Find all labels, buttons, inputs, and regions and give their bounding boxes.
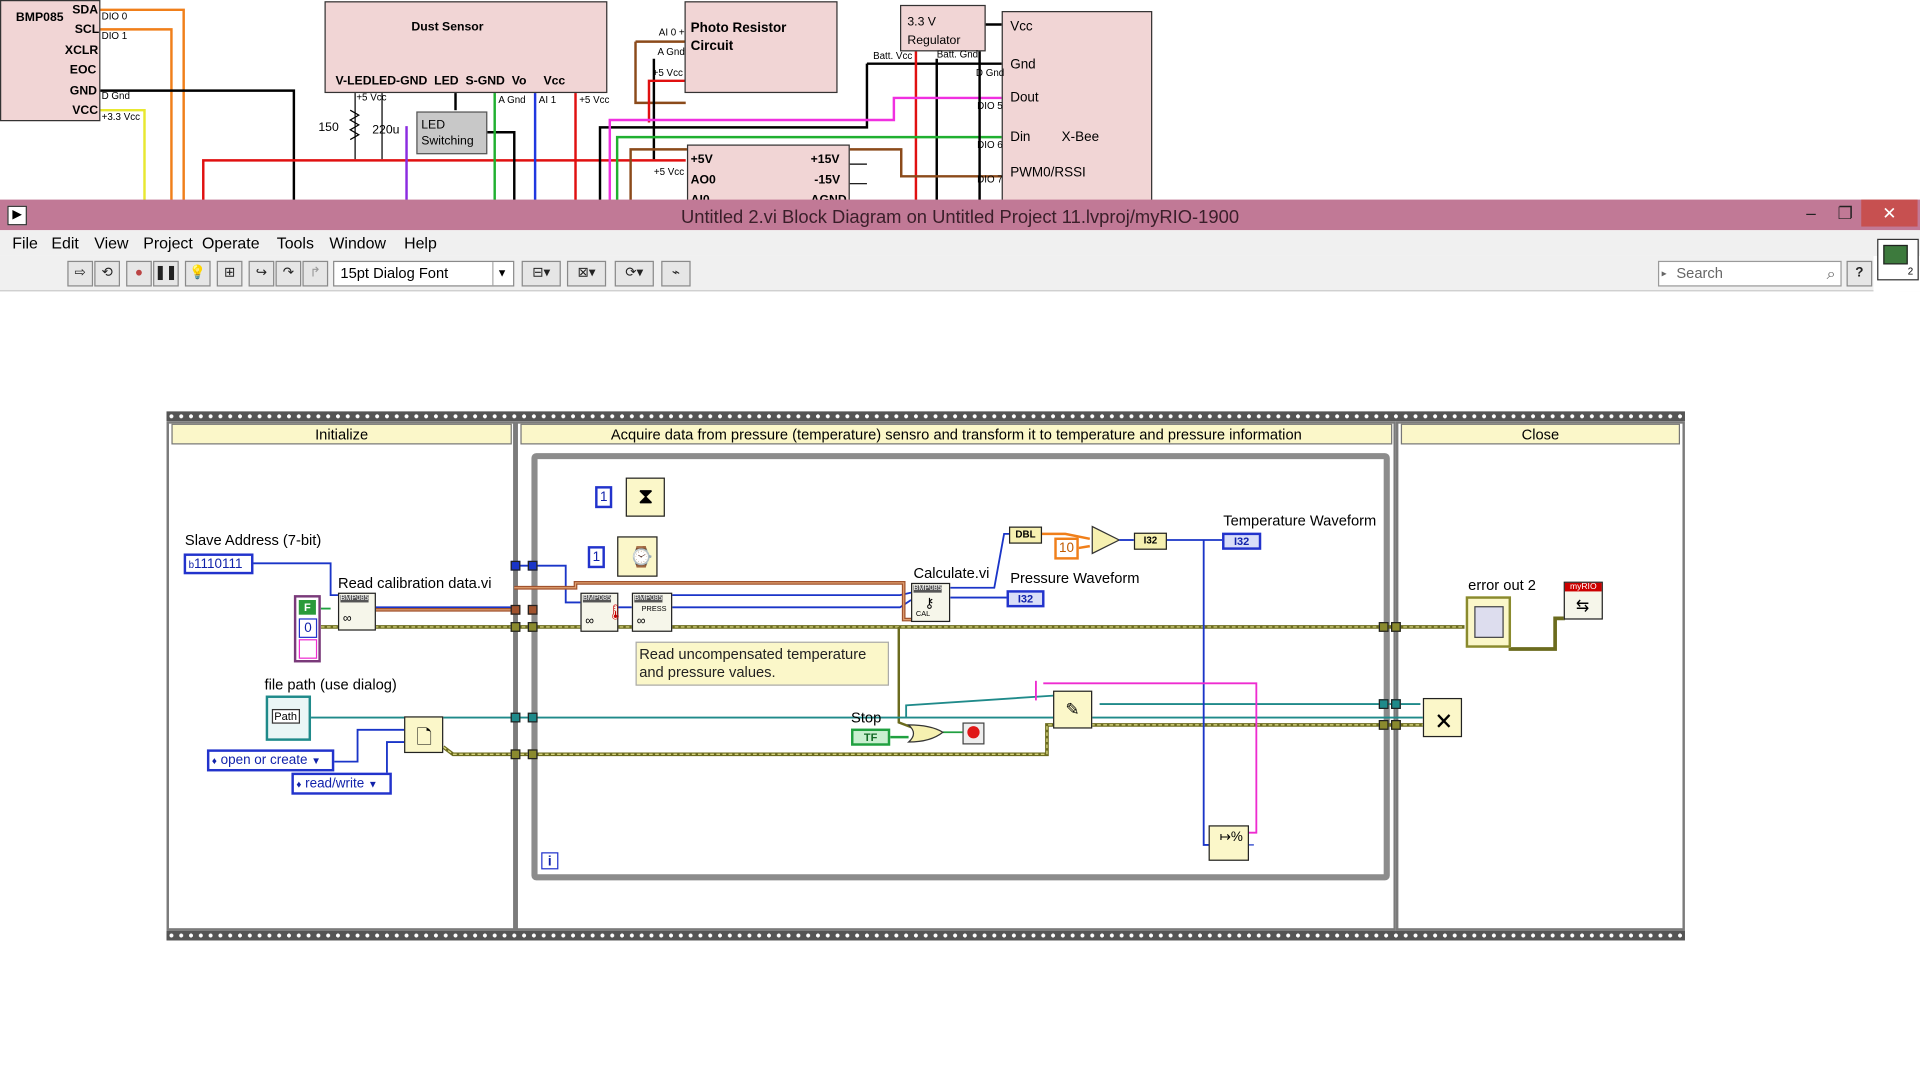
tunnel-err-out-3: [1378, 720, 1389, 730]
slave-address-constant[interactable]: b1110111: [183, 553, 254, 575]
tunnel-err-out-4: [1391, 720, 1401, 730]
to-double-node[interactable]: DBL: [1008, 526, 1043, 544]
myrio-close-node[interactable]: myRIO ⇆: [1563, 581, 1603, 620]
bool-false-constant: F: [298, 600, 316, 615]
wait-ms-constant[interactable]: 1: [595, 486, 613, 509]
tunnel-brown-2: [527, 604, 538, 615]
tunnel-ref-2: [527, 712, 538, 723]
loop-iteration-terminal: i: [541, 852, 559, 870]
tunnel-blue-1: [510, 560, 521, 571]
tunnel-ref-out-2: [1391, 699, 1401, 709]
error-cluster-icon: [1474, 606, 1504, 638]
format-into-string-node[interactable]: ↦%: [1208, 825, 1249, 861]
glasses-icon-2: ∞: [585, 614, 595, 629]
loop-condition-terminal[interactable]: [962, 722, 985, 745]
file-path-control[interactable]: Path: [265, 695, 312, 741]
close-file-icon: 🗙: [1436, 710, 1452, 732]
path-control-tag: Path: [271, 708, 300, 724]
myrio-close-icon: ⇆: [1575, 596, 1590, 615]
tunnel-ref-1: [510, 712, 521, 723]
stop-sign-icon: [967, 726, 980, 739]
glasses-icon: ∞: [342, 612, 352, 626]
comment-uncompensated[interactable]: Read uncompensated temperature and press…: [635, 641, 889, 686]
wait-until-next-ms-node[interactable]: ⧗: [625, 477, 665, 517]
tunnel-error-1: [510, 622, 521, 632]
read-pressure-subvi[interactable]: BMP085 PRESS ∞: [631, 592, 673, 632]
stop-button-type: TF: [863, 731, 878, 744]
write-to-text-file-node[interactable]: ✎: [1053, 690, 1093, 729]
enum-arrows-icon: ♦: [211, 755, 217, 767]
read-calibration-subvi[interactable]: BMP085 ∞: [337, 592, 376, 631]
tunnel-brown-1: [510, 604, 521, 615]
stop-label: Stop: [851, 708, 882, 727]
file-icon: 🗋: [416, 727, 433, 749]
wait-constant[interactable]: 1: [587, 546, 605, 569]
key-icon: ⚷: [924, 596, 935, 612]
calculate-cal-tag: CAL: [915, 611, 931, 619]
tunnel-err-4: [527, 749, 538, 760]
temperature-waveform-indicator[interactable]: I32: [1222, 532, 1262, 550]
open-create-replace-file-node[interactable]: 🗋: [404, 716, 444, 754]
stop-button-control[interactable]: TF: [851, 728, 891, 746]
to-double-label: DBL: [1015, 528, 1036, 541]
numeric-zero-constant: 0: [298, 618, 318, 638]
calculate-tag: BMP085: [913, 585, 942, 593]
enum-dropdown-icon-2: ▼: [367, 778, 378, 790]
open-or-create-value: open or create: [220, 753, 308, 768]
myrio-tag: myRIO: [1564, 582, 1602, 592]
watch-icon: ⌚: [629, 547, 654, 569]
tunnel-ref-out-1: [1378, 699, 1389, 709]
read-temperature-tag: BMP085: [582, 595, 612, 603]
read-temperature-subvi[interactable]: BMP085 🌡 ∞: [580, 592, 625, 632]
pencil-file-icon: ✎: [1065, 699, 1080, 719]
thermometer-icon: 🌡: [606, 603, 625, 621]
screen: BMP085 SDA SCL XCLR EOC GND VCC DIO 0 DI…: [0, 0, 1920, 1080]
read-write-constant[interactable]: ♦ read/write ▼: [291, 772, 392, 795]
pressure-waveform-type: I32: [1017, 592, 1034, 605]
file-path-label: file path (use dialog): [264, 675, 397, 694]
loop-iteration-label: i: [547, 854, 552, 870]
read-pressure-press-tag: PRESS: [641, 606, 667, 614]
enum-dropdown-icon: ▼: [311, 755, 321, 767]
string-constant: [298, 639, 318, 659]
close-file-node[interactable]: 🗙: [1422, 697, 1463, 738]
tunnel-error-out-1: [1378, 622, 1389, 632]
read-calibration-tag: BMP085: [340, 595, 369, 603]
temperature-waveform-label: Temperature Waveform: [1223, 511, 1377, 529]
i2c-cluster-constant[interactable]: F 0: [293, 595, 321, 663]
tunnel-blue-2: [527, 560, 538, 571]
slave-address-value: 1110111: [194, 557, 243, 572]
read-write-value: read/write: [305, 776, 365, 792]
enum-arrows-icon-2: ♦: [296, 778, 302, 790]
slave-address-label: Slave Address (7-bit): [184, 531, 322, 549]
glasses-icon-3: ∞: [636, 614, 646, 629]
read-calibration-label: Read calibration data.vi: [337, 574, 492, 592]
temperature-waveform-type: I32: [1233, 535, 1250, 548]
comment-text: Read uncompensated temperature and press…: [639, 645, 867, 681]
divisor-value: 10: [1059, 541, 1075, 556]
divisor-constant[interactable]: 10: [1054, 537, 1079, 560]
tunnel-error-2: [527, 622, 538, 632]
error-out-label: error out 2: [1468, 576, 1536, 594]
metronome-icon: ⧗: [637, 483, 654, 509]
error-out-indicator[interactable]: [1465, 596, 1512, 648]
to-i32-label: I32: [1143, 535, 1158, 547]
calculate-label: Calculate.vi: [913, 564, 990, 582]
to-i32-node[interactable]: I32: [1133, 532, 1167, 550]
wait-ms-node[interactable]: ⌚: [617, 536, 658, 577]
pressure-waveform-indicator[interactable]: I32: [1006, 590, 1045, 608]
read-pressure-tag: BMP085: [634, 595, 663, 603]
tunnel-err-3: [510, 749, 521, 760]
tunnel-error-out-2: [1391, 622, 1401, 632]
open-or-create-constant[interactable]: ♦ open or create ▼: [206, 749, 335, 772]
percent-format-icon: ↦%: [1219, 830, 1243, 845]
pressure-waveform-label: Pressure Waveform: [1010, 569, 1140, 587]
calculate-subvi[interactable]: BMP085 ⚷ CAL: [911, 582, 951, 623]
